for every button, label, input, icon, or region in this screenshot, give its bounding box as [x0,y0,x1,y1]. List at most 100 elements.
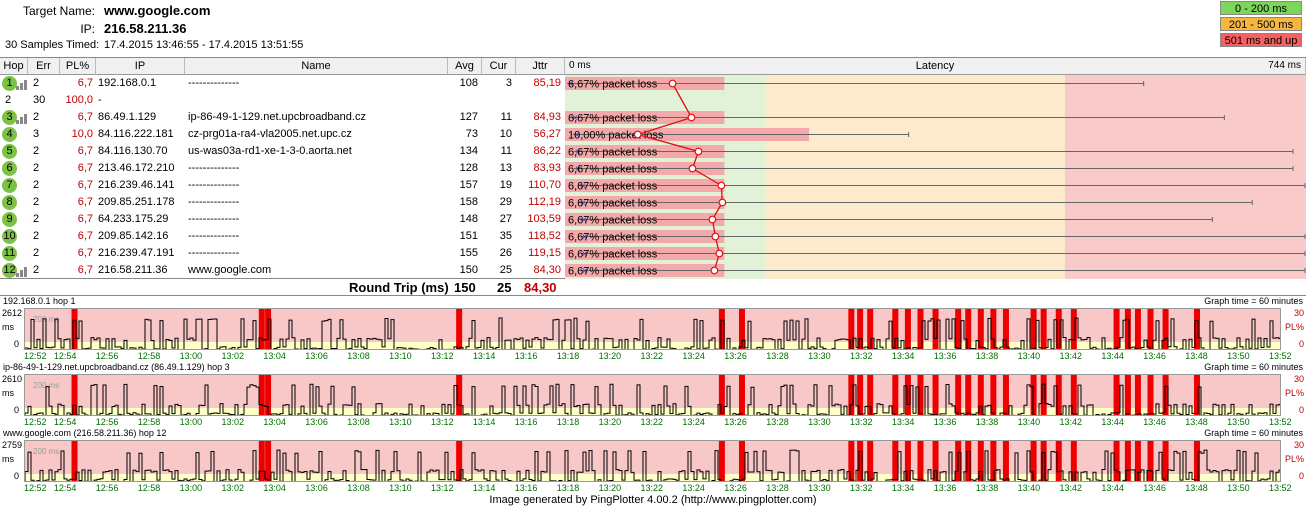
time-graph[interactable]: www.google.com (216.58.211.36) hop 12 Gra… [0,428,1306,494]
time-label: 13:12 [431,483,454,493]
graph-pl-label: PL% [1284,322,1304,332]
hop-name: us-was03a-rd1-xe-1-3-0.aorta.net [188,145,352,157]
avg-latency-point[interactable] [715,249,724,258]
time-label: 13:14 [472,351,496,361]
hop-row[interactable]: 2 30 100,0- [0,92,565,109]
hop-pl: 6,7 [77,247,93,259]
hop-row[interactable]: 9 2 6,7 64.233.175.29 -------------- 148 27 103… [0,211,565,228]
time-graph[interactable]: ip-86-49-1-129.net.upcbroadband.cz (86.4… [0,362,1306,428]
avg-latency-point[interactable] [633,130,642,139]
hop-avg: 108 [459,77,478,89]
col-pl[interactable]: PL% [60,58,96,75]
graph-title: www.google.com (216.58.211.36) hop 12 [3,428,167,438]
time-label: 13:02 [221,417,245,427]
hop-jttr: 103,59 [527,213,561,225]
hop-row[interactable]: 4 3 10,0 84.116.222.181 cz-prg01a-ra4-vla200… [0,126,565,143]
hop-ip: 216.239.47.191 [98,247,175,259]
hop-jttr: 119,15 [528,247,561,259]
packet-loss-marker [258,441,265,481]
time-label: 13:10 [389,417,412,427]
graph-pl-label: PL% [1284,388,1304,398]
hop-number: 4 [2,127,17,142]
time-label: 12:54 [53,483,77,493]
packet-loss-marker [258,309,265,349]
time-graph[interactable]: 192.168.0.1 hop 1 Graph time = 60 minutes… [0,296,1306,362]
hop-row[interactable]: 6 2 6,7 213.46.172.210 -------------- 128 13 83… [0,160,565,177]
col-err[interactable]: Err [28,58,60,75]
time-label: 13:32 [850,483,873,493]
graph-plot[interactable]: 200 ms [24,308,1281,350]
avg-latency-point[interactable] [668,79,677,88]
hop-pl: 6,7 [77,213,93,225]
hop-row[interactable]: 11 2 6,7 216.239.47.191 -------------- 155 26 1… [0,245,565,262]
time-label: 13:28 [766,483,789,493]
time-label: 13:08 [347,483,370,493]
time-label: 13:22 [640,351,664,361]
time-label: 13:16 [514,351,538,361]
packet-loss-marker [71,441,78,481]
bar-chart-icon[interactable] [16,114,28,124]
avg-latency-point[interactable] [711,232,720,241]
hop-jttr: 118,52 [528,230,561,242]
graph-plot[interactable]: 200 ms [24,440,1281,482]
graph-unit: ms [2,322,14,332]
col-latency[interactable]: Latency 0 ms 744 ms [565,58,1306,75]
avg-latency-point[interactable] [710,266,719,275]
time-label: 13:40 [1017,417,1041,427]
graph-unit: ms [2,454,14,464]
avg-latency-point[interactable] [688,164,697,173]
hop-number: 1 [2,76,17,91]
hop-jttr: 86,22 [533,145,561,157]
time-label: 13:04 [263,483,286,493]
avg-latency-point[interactable] [687,113,696,122]
packet-loss-marker [1134,375,1141,415]
hop-row[interactable]: 10 2 6,7 209.85.142.16 -------------- 151 35 11… [0,228,565,245]
time-label: 12:52 [24,417,47,427]
avg-latency-point[interactable] [717,181,726,190]
avg-latency-point[interactable] [718,198,727,207]
time-label: 12:56 [95,417,119,427]
packet-loss-marker [955,375,962,415]
packet-loss-marker [892,375,899,415]
col-hop[interactable]: Hop [0,58,28,75]
hop-jttr: 83,93 [533,162,561,174]
time-label: 13:18 [556,483,580,493]
packet-loss-marker [1002,375,1009,415]
avg-latency-point[interactable] [694,147,703,156]
hop-row[interactable]: 5 2 6,7 84.116.130.70 us-was03a-rd1-xe-1-3-0… [0,143,565,160]
hop-row[interactable]: 8 2 6,7 209.85.251.178 -------------- 158 29 11… [0,194,565,211]
hop-number: 6 [2,161,17,176]
graph-max: 2612 [2,308,23,318]
col-jttr[interactable]: Jttr [516,58,565,75]
graph-time: Graph time = 60 minutes [1204,296,1303,306]
packet-loss-marker [265,441,272,481]
hop-err: 2 [33,179,40,191]
col-avg[interactable]: Avg [448,58,482,75]
graph-pl-max: 30 [1293,440,1304,450]
hop-err: 2 [33,264,40,276]
hop-row[interactable]: 12 2 6,7 216.58.211.36 www.google.com 150 25 84… [0,262,565,279]
hop-avg: 73 [465,128,478,140]
bar-chart-icon[interactable] [16,80,28,90]
latency-graph[interactable]: × 6,67% packet loss × 6,67% packet loss × 10,… [565,75,1306,279]
graph-plot[interactable]: 200 ms [24,374,1281,416]
hop-row[interactable]: 1 2 6,7 192.168.0.1 -------------- 108 3 85,19 [0,75,565,92]
hop-row[interactable]: 7 2 6,7 216.239.46.141 -------------- 157 19 11… [0,177,565,194]
col-ip[interactable]: IP [96,58,185,75]
hop-err: 2 [33,247,40,259]
hop-ip: - [98,94,102,106]
time-label: 13:06 [305,351,328,361]
packet-loss-marker [1124,375,1131,415]
col-name[interactable]: Name [185,58,448,75]
hop-pl: 6,7 [77,196,93,208]
packet-loss-marker [867,309,874,349]
time-label: 13:26 [724,351,747,361]
avg-latency-point[interactable] [708,215,717,224]
hop-row[interactable]: 3 2 6,7 86.49.1.129 ip-86-49-1-129.net.upcbr… [0,109,565,126]
col-cur[interactable]: Cur [482,58,516,75]
bar-chart-icon[interactable] [16,267,28,277]
packet-loss-marker [857,375,864,415]
time-label: 13:46 [1143,417,1166,427]
hop-ip: 216.58.211.36 [98,264,168,276]
time-label: 13:30 [808,483,831,493]
